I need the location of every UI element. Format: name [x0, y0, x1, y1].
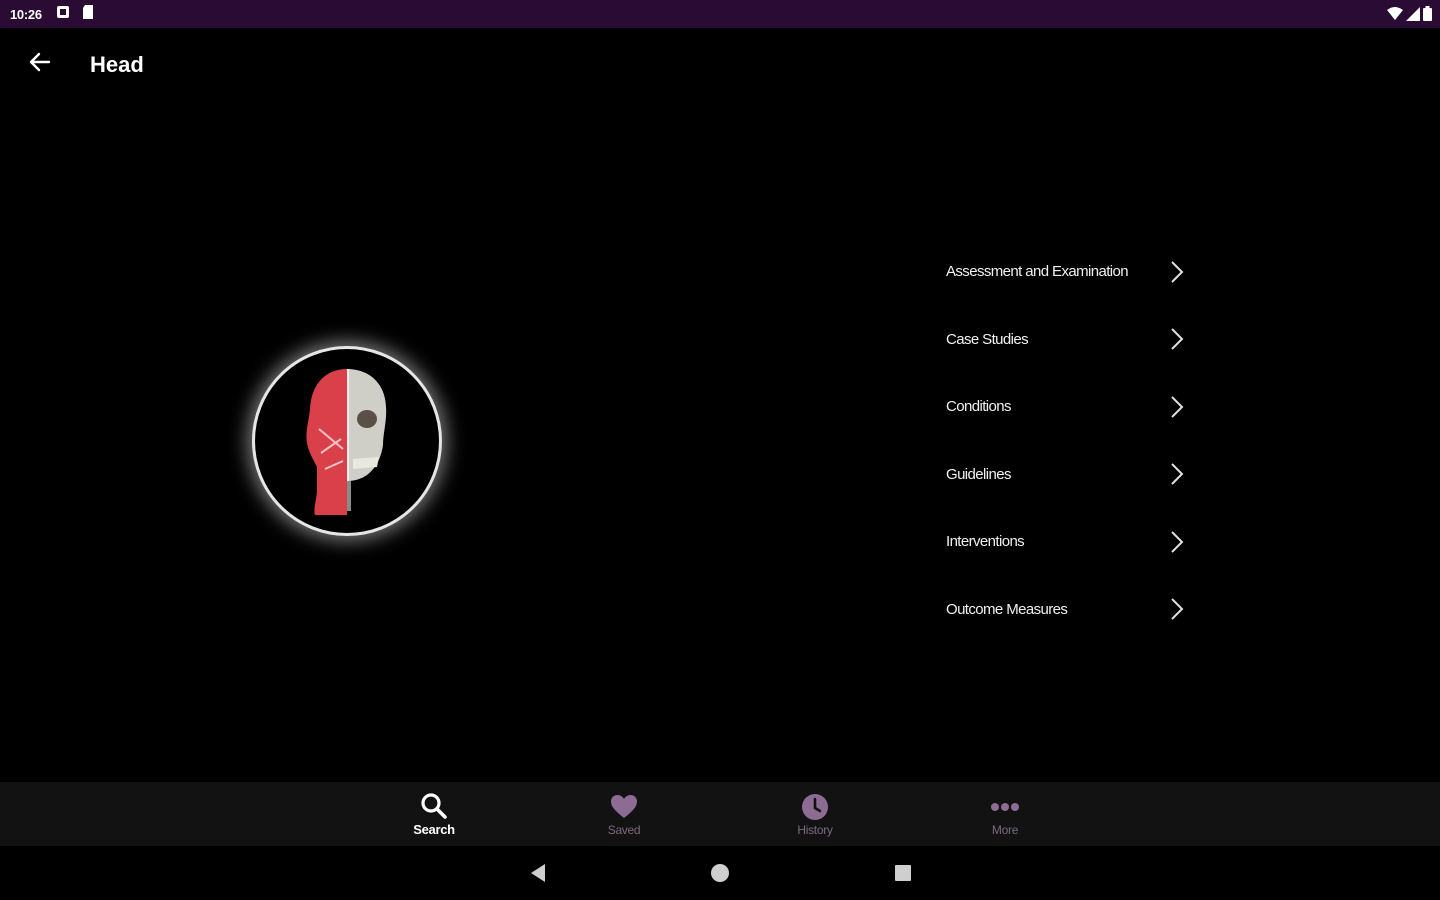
menu-item-label: Assessment and Examination	[946, 263, 1129, 281]
chevron-right-icon	[1166, 393, 1188, 421]
nav-more[interactable]: More	[965, 782, 1045, 846]
battery-icon	[1423, 6, 1432, 26]
nav-search[interactable]: Search	[394, 782, 474, 846]
status-time: 10:26	[10, 6, 42, 22]
search-icon	[420, 791, 448, 821]
nav-label-more: More	[991, 822, 1019, 837]
menu-item-guidelines[interactable]: Guidelines	[946, 441, 1196, 509]
menu-item-label: Case Studies	[946, 330, 1029, 348]
more-dots-icon	[990, 792, 1020, 822]
arrow-back-icon	[29, 52, 51, 77]
chevron-right-icon	[1166, 325, 1188, 353]
head-anatomy-image	[252, 346, 442, 536]
chevron-right-icon	[1166, 258, 1188, 286]
nav-history[interactable]: History	[775, 782, 855, 846]
menu-item-label: Conditions	[946, 398, 1011, 416]
back-button[interactable]	[20, 50, 60, 78]
nav-label-history: History	[797, 822, 833, 837]
menu-item-assessment[interactable]: Assessment and Examination	[946, 238, 1196, 306]
menu-item-conditions[interactable]: Conditions	[946, 373, 1196, 441]
wifi-icon	[1387, 6, 1403, 26]
system-nav-bar	[0, 846, 1440, 900]
menu-item-interventions[interactable]: Interventions	[946, 508, 1196, 576]
status-right-icons	[1387, 6, 1432, 26]
chevron-right-icon	[1166, 595, 1188, 623]
signal-icon	[1406, 6, 1420, 26]
menu-item-label: Outcome Measures	[946, 600, 1068, 618]
menu-item-label: Guidelines	[946, 465, 1011, 483]
recents-square-icon[interactable]	[891, 861, 915, 885]
notification-icon	[56, 5, 70, 24]
heart-icon	[610, 792, 638, 822]
page-title: Head	[90, 52, 144, 77]
chevron-right-icon	[1166, 460, 1188, 488]
nav-label-search: Search	[413, 822, 455, 837]
bottom-nav: Search Saved History More	[0, 782, 1440, 846]
sd-card-icon	[82, 4, 94, 24]
category-menu: Assessment and Examination Case Studies …	[946, 238, 1196, 643]
status-bar: 10:26	[0, 0, 1440, 28]
back-triangle-icon[interactable]	[526, 861, 550, 885]
app-bar: Head	[0, 28, 1440, 100]
menu-item-label: Interventions	[946, 533, 1025, 551]
menu-item-outcome-measures[interactable]: Outcome Measures	[946, 576, 1196, 644]
nav-saved[interactable]: Saved	[584, 782, 664, 846]
home-circle-icon[interactable]	[708, 861, 732, 885]
clock-icon	[801, 792, 829, 822]
chevron-right-icon	[1166, 528, 1188, 556]
menu-item-case-studies[interactable]: Case Studies	[946, 306, 1196, 374]
nav-label-saved: Saved	[607, 822, 641, 837]
